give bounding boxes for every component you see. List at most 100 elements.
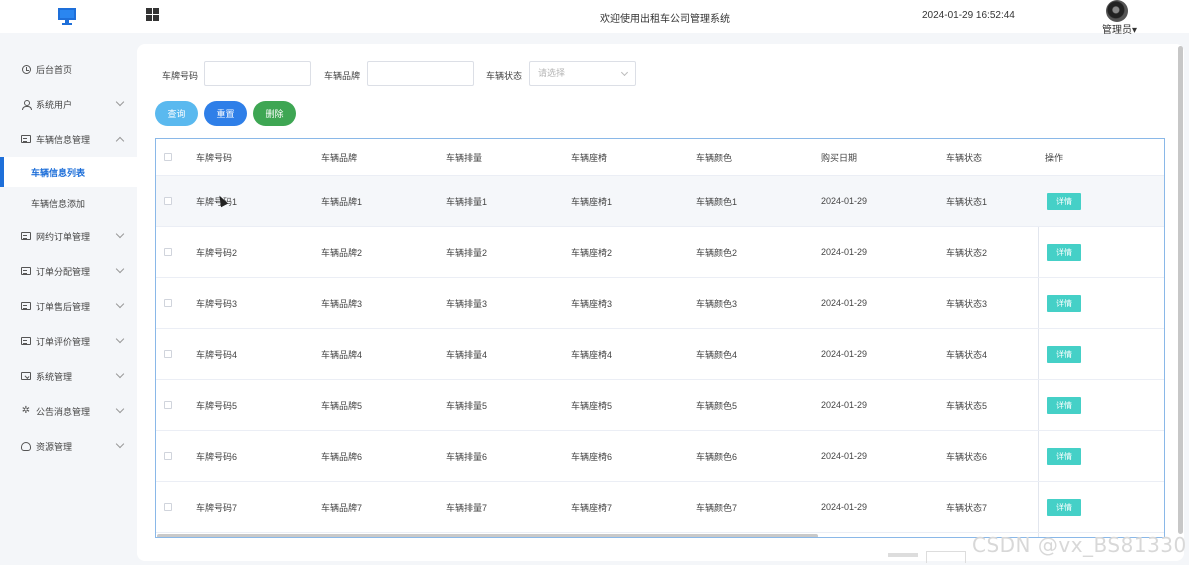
avatar[interactable] [1106,0,1128,22]
plate-cell: 车牌号码4 [196,349,238,360]
column-header[interactable]: 购买日期 [821,139,857,175]
sidebar-item-system-mgmt[interactable]: 系统管理 [0,361,137,391]
detail-button[interactable]: 详情 [1047,346,1081,363]
admin-label: 管理员 [1102,25,1132,36]
chevron-up-icon [115,136,125,146]
column-header[interactable]: 车辆状态 [946,139,982,175]
sidebar-item-label: 资源管理 [36,441,73,452]
detail-button[interactable]: 详情 [1047,193,1081,210]
monitor-logo-icon[interactable] [57,6,77,26]
sidebar-subitem-vehicle-list[interactable]: 车辆信息列表 [0,157,137,187]
database-icon [21,441,31,451]
sidebar-subitem-label: 车辆信息添加 [31,198,86,209]
plate-cell: 车牌号码7 [196,502,238,513]
delete-button[interactable]: 删除 [253,101,296,126]
purchase-date-cell: 2024-01-29 [821,349,868,359]
plate-cell: 车牌号码2 [196,247,238,258]
detail-button[interactable]: 详情 [1047,448,1081,465]
sun-icon: ✲ [21,405,31,416]
reset-button[interactable]: 重置 [204,101,247,126]
table-row[interactable]: 车牌号码1 车辆品牌1 车辆排量1 车辆座椅1 车辆颜色1 2024-01-29… [156,176,1164,227]
sidebar-item-after-sales[interactable]: 订单售后管理 [0,291,137,321]
row-checkbox[interactable] [164,350,172,358]
table-header-row: 车牌号码 车辆品牌 车辆排量 车辆座椅 车辆颜色 购买日期 车辆状态 操作 [156,139,1164,176]
watermark: CSDN @vx_BS81330 [972,533,1187,557]
chevron-down-icon [115,299,125,309]
table-row[interactable]: 车牌号码3 车辆品牌3 车辆排量3 车辆座椅3 车辆颜色3 2024-01-29… [156,278,1164,329]
displacement-cell: 车辆排量2 [446,247,488,258]
row-checkbox[interactable] [164,299,172,307]
color-cell: 车辆颜色7 [696,502,738,513]
row-checkbox[interactable] [164,248,172,256]
table-horizontal-scrollbar[interactable] [157,534,818,537]
folder-icon [21,371,31,381]
purchase-date-cell: 2024-01-29 [821,400,868,410]
displacement-cell: 车辆排量1 [446,196,488,207]
column-header[interactable]: 车辆颜色 [696,139,732,175]
query-button[interactable]: 查询 [155,101,198,126]
table-row[interactable]: 车牌号码2 车辆品牌2 车辆排量2 车辆座椅2 车辆颜色2 2024-01-29… [156,227,1164,278]
color-cell: 车辆颜色1 [696,196,738,207]
sidebar-item-order-reviews[interactable]: 订单评价管理 [0,326,137,356]
page-scrollbar[interactable] [1178,46,1183,534]
sidebar-item-label: 公告消息管理 [36,406,91,417]
column-header[interactable]: 车牌号码 [196,139,232,175]
row-checkbox[interactable] [164,401,172,409]
status-cell: 车辆状态3 [946,298,988,309]
plate-search-input[interactable] [204,61,311,86]
select-all-checkbox[interactable] [164,153,172,161]
brand-cell: 车辆品牌7 [321,502,363,513]
clock-icon [21,64,31,74]
sidebar-item-resources[interactable]: 资源管理 [0,431,137,461]
detail-button[interactable]: 详情 [1047,295,1081,312]
seats-cell: 车辆座椅2 [571,247,613,258]
brand-cell: 车辆品牌5 [321,400,363,411]
sidebar-item-label: 系统用户 [36,99,73,110]
row-checkbox[interactable] [164,503,172,511]
sidebar-item-vehicle-info[interactable]: 车辆信息管理 [0,124,137,154]
brand-cell: 车辆品牌3 [321,298,363,309]
seats-cell: 车辆座椅3 [571,298,613,309]
plate-cell: 车牌号码1 [196,196,238,207]
page-size-select[interactable] [926,551,966,563]
column-header: 操作 [1045,152,1064,163]
column-header[interactable]: 车辆座椅 [571,139,607,175]
chevron-down-icon [115,369,125,379]
column-header[interactable]: 车辆排量 [446,139,482,175]
menu-grid-icon[interactable] [146,8,159,21]
sidebar-item-system-users[interactable]: 系统用户 [0,89,137,119]
plate-cell: 车牌号码5 [196,400,238,411]
admin-dropdown[interactable]: 管理员▾ [1102,21,1137,36]
color-cell: 车辆颜色4 [696,349,738,360]
sidebar-item-online-orders[interactable]: 网约订单管理 [0,221,137,251]
row-checkbox[interactable] [164,197,172,205]
purchase-date-cell: 2024-01-29 [821,298,868,308]
chevron-down-icon [620,68,629,77]
detail-button[interactable]: 详情 [1047,244,1081,261]
sidebar-item-announcements[interactable]: ✲ 公告消息管理 [0,396,137,426]
status-select[interactable]: 请选择 [529,61,636,86]
sidebar-item-home[interactable]: 后台首页 [0,54,137,84]
sidebar-item-label: 订单分配管理 [36,266,91,277]
row-checkbox[interactable] [164,452,172,460]
brand-search-input[interactable] [367,61,474,86]
detail-button[interactable]: 详情 [1047,499,1081,516]
table-row[interactable]: 车牌号码6 车辆品牌6 车辆排量6 车辆座椅6 车辆颜色6 2024-01-29… [156,431,1164,482]
sidebar-subitem-vehicle-add[interactable]: 车辆信息添加 [0,188,137,218]
sidebar-item-label: 后台首页 [36,64,73,75]
sidebar-item-label: 网约订单管理 [36,231,91,242]
brand-cell: 车辆品牌2 [321,247,363,258]
column-header[interactable]: 车辆品牌 [321,139,357,175]
table-row[interactable]: 车牌号码7 车辆品牌7 车辆排量7 车辆座椅7 车辆颜色7 2024-01-29… [156,482,1164,533]
welcome-text: 欢迎使用出租车公司管理系统 [600,14,730,25]
table-row[interactable]: 车牌号码4 车辆品牌4 车辆排量4 车辆座椅4 车辆颜色4 2024-01-29… [156,329,1164,380]
sidebar-item-label: 订单评价管理 [36,336,91,347]
displacement-cell: 车辆排量7 [446,502,488,513]
chevron-down-icon [115,264,125,274]
purchase-date-cell: 2024-01-29 [821,247,868,257]
detail-button[interactable]: 详情 [1047,397,1081,414]
brand-cell: 车辆品牌4 [321,349,363,360]
table-row[interactable]: 车牌号码5 车辆品牌5 车辆排量5 车辆座椅5 车辆颜色5 2024-01-29… [156,380,1164,431]
displacement-cell: 车辆排量6 [446,451,488,462]
sidebar-item-order-dispatch[interactable]: 订单分配管理 [0,256,137,286]
